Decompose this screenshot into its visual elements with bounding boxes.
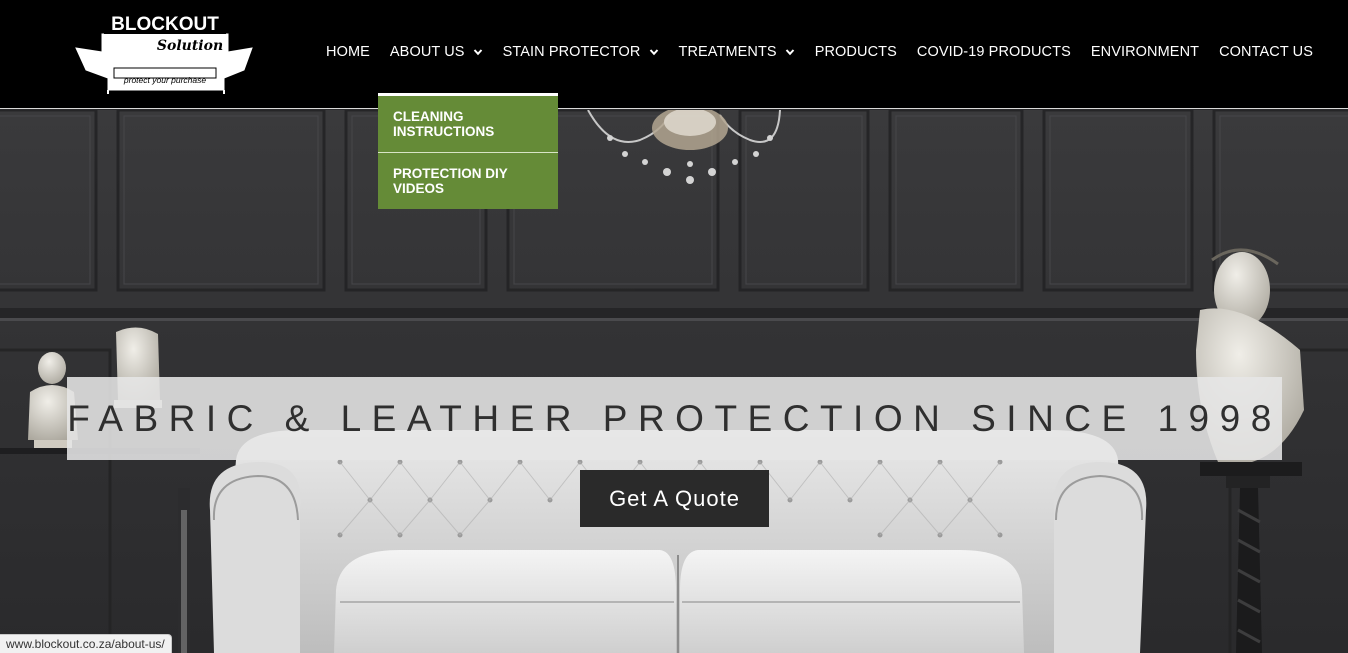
nav-item-label: HOME <box>326 44 370 60</box>
nav-item-label: ENVIRONMENT <box>1090 44 1200 60</box>
browser-status-bar-url: www.blockout.co.za/about-us/ <box>0 634 172 653</box>
nav-item-covid-19-products[interactable]: COVID-19 PRODUCTS <box>917 43 1071 61</box>
dropdown-item-protection-diy-videos[interactable]: PROTECTION DIY VIDEOS <box>378 152 558 209</box>
nav-item-stain-protector[interactable]: STAIN PROTECTOR <box>503 43 659 61</box>
nav-item-label: PRODUCTS <box>814 44 897 60</box>
main-navigation: HOME ABOUT US STAIN PROTECTOR TREATMENTS… <box>326 43 1313 61</box>
dropdown-item-cleaning-instructions[interactable]: CLEANING INSTRUCTIONS <box>378 96 558 152</box>
about-us-dropdown-menu: CLEANING INSTRUCTIONS PROTECTION DIY VID… <box>378 93 558 209</box>
nav-item-label: CONTACT US <box>1219 44 1314 60</box>
chevron-down-icon <box>473 47 483 57</box>
logo-slogan: protect your purchase <box>123 75 206 85</box>
logo-brand-name: BLOCKOUT <box>111 14 219 35</box>
get-a-quote-button[interactable]: Get A Quote <box>580 470 769 527</box>
nav-item-label: COVID-19 PRODUCTS <box>916 44 1071 60</box>
nav-item-home[interactable]: HOME <box>326 43 370 61</box>
logo-script-text: Solution <box>157 38 223 54</box>
sofa-logo-icon: BLOCKOUT Solution protect your purchase <box>75 12 253 94</box>
site-logo[interactable]: BLOCKOUT Solution protect your purchase <box>74 12 256 96</box>
nav-item-label: STAIN PROTECTOR <box>502 44 641 60</box>
nav-item-label: ABOUT US <box>389 44 465 60</box>
nav-item-environment[interactable]: ENVIRONMENT <box>1091 43 1199 61</box>
nav-item-treatments[interactable]: TREATMENTS <box>679 43 795 61</box>
nav-item-about-us[interactable]: ABOUT US <box>390 43 483 61</box>
chevron-down-icon <box>785 47 795 57</box>
tagline-banner: FABRIC & LEATHER PROTECTION SINCE 1998 <box>67 377 1282 460</box>
hero-banner: FABRIC & LEATHER PROTECTION SINCE 1998 G… <box>0 110 1348 653</box>
chevron-down-icon <box>649 47 659 57</box>
site-header: BLOCKOUT Solution protect your purchase … <box>0 0 1348 109</box>
hero-tagline: FABRIC & LEATHER PROTECTION SINCE 1998 <box>67 397 1282 439</box>
nav-item-contact-us[interactable]: CONTACT US <box>1219 43 1313 61</box>
nav-item-label: TREATMENTS <box>678 44 777 60</box>
nav-item-products[interactable]: PRODUCTS <box>815 43 897 61</box>
